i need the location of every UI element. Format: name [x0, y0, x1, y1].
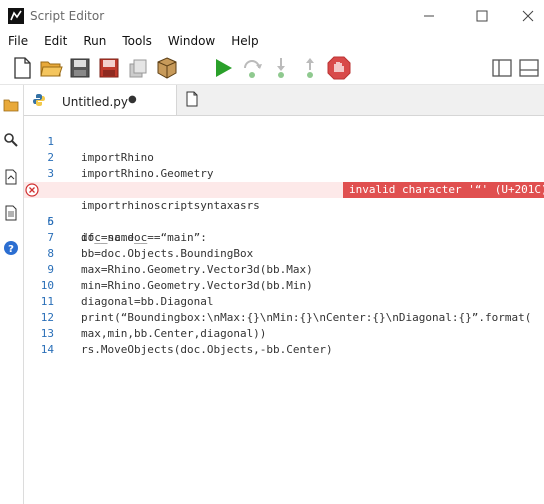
toolbar	[0, 52, 544, 85]
code-line: 14	[24, 326, 544, 356]
tab-untitled[interactable]: Untitled.py ●	[24, 85, 177, 115]
code-line: 3 importscriptcontextassc	[24, 150, 544, 196]
panel-bottom-icon	[519, 59, 539, 77]
run-button[interactable]	[211, 56, 235, 80]
code-line-error: 5 if__name__==“main”: invalid character …	[24, 182, 544, 244]
package-icon	[157, 57, 177, 79]
window-title: Script Editor	[30, 9, 105, 23]
code-line: 6 doc=sc.doc	[24, 198, 544, 244]
document-list-icon[interactable]	[3, 205, 19, 221]
save-as-icon	[99, 58, 119, 78]
title-bar: Script Editor	[0, 0, 544, 32]
copy-button[interactable]	[126, 56, 150, 80]
menu-file[interactable]: File	[0, 32, 28, 52]
folder-icon[interactable]	[3, 97, 19, 113]
step-over-icon	[244, 60, 262, 78]
menu-bar: File Edit Run Tools Window Help	[0, 32, 544, 52]
code-line: 9 min=Rhino.Geometry.Vector3d(bb.Min)	[24, 246, 544, 292]
line-number: 14	[40, 343, 54, 356]
minimize-icon	[424, 15, 434, 17]
maximize-button[interactable]	[459, 0, 505, 32]
code-line: 13 rs.MoveObjects(doc.Objects,-bb.Center…	[24, 310, 544, 356]
close-icon	[522, 10, 534, 22]
step-into-button[interactable]	[269, 56, 293, 80]
svg-text:?: ?	[8, 244, 14, 255]
code-line: 2 importRhino.Geometry	[24, 134, 544, 180]
close-button[interactable]	[505, 0, 544, 32]
help-icon[interactable]: ?	[3, 240, 19, 256]
code-line: 10 diagonal=bb.Diagonal	[24, 262, 544, 308]
toggle-left-panel-button[interactable]	[490, 56, 514, 80]
stop-button[interactable]	[327, 56, 351, 80]
code-text: rs.MoveObjects(doc.Objects,-bb.Center)	[81, 343, 333, 356]
menu-window[interactable]: Window	[160, 32, 215, 52]
step-into-icon	[277, 58, 285, 78]
minimize-button[interactable]	[406, 0, 452, 32]
menu-edit[interactable]: Edit	[36, 32, 67, 52]
code-line: 7 bb=doc.Objects.BoundingBox	[24, 214, 544, 260]
python-icon	[33, 94, 45, 106]
save-button[interactable]	[68, 56, 92, 80]
tab-bar: Untitled.py ●	[24, 85, 544, 116]
run-icon	[216, 59, 232, 77]
stop-hand-icon	[327, 56, 351, 80]
package-button[interactable]	[155, 56, 179, 80]
save-as-button[interactable]	[97, 56, 121, 80]
menu-help[interactable]: Help	[223, 32, 258, 52]
toggle-bottom-panel-button[interactable]	[517, 56, 541, 80]
document-icon[interactable]	[3, 169, 19, 185]
step-out-icon	[306, 58, 314, 78]
code-line: 4 importrhinoscriptsyntaxasrs	[24, 166, 544, 212]
unsaved-indicator: ●	[128, 94, 137, 105]
error-message: invalid character '“' (U+201C)	[343, 182, 544, 198]
new-file-icon	[14, 57, 31, 79]
step-over-button[interactable]	[240, 56, 264, 80]
code-line: 8 max=Rhino.Geometry.Vector3d(bb.Max)	[24, 230, 544, 276]
step-out-button[interactable]	[298, 56, 322, 80]
copy-icon	[129, 59, 147, 78]
code-line: 12 max,min,bb.Center,diagonal))	[24, 294, 544, 340]
new-tab-icon[interactable]	[184, 91, 200, 107]
search-icon[interactable]	[3, 132, 19, 148]
menu-run[interactable]: Run	[75, 32, 106, 52]
open-folder-icon	[40, 61, 63, 77]
maximize-icon	[476, 10, 488, 22]
save-icon	[70, 58, 90, 78]
code-line: 11 print(“Boundingbox:\nMax:{}\nMin:{}\n…	[24, 278, 544, 324]
left-sidebar: ?	[0, 85, 24, 504]
panel-left-icon	[492, 59, 512, 77]
menu-tools[interactable]: Tools	[114, 32, 152, 52]
code-line: 1 importRhino	[24, 118, 544, 164]
error-icon	[25, 183, 39, 197]
new-file-button[interactable]	[10, 56, 34, 80]
tab-label: Untitled.py	[62, 95, 128, 109]
rhino-app-icon	[8, 8, 24, 24]
code-editor[interactable]: 1 importRhino 2 importRhino.Geometry 3 i…	[24, 116, 544, 504]
open-button[interactable]	[39, 56, 63, 80]
